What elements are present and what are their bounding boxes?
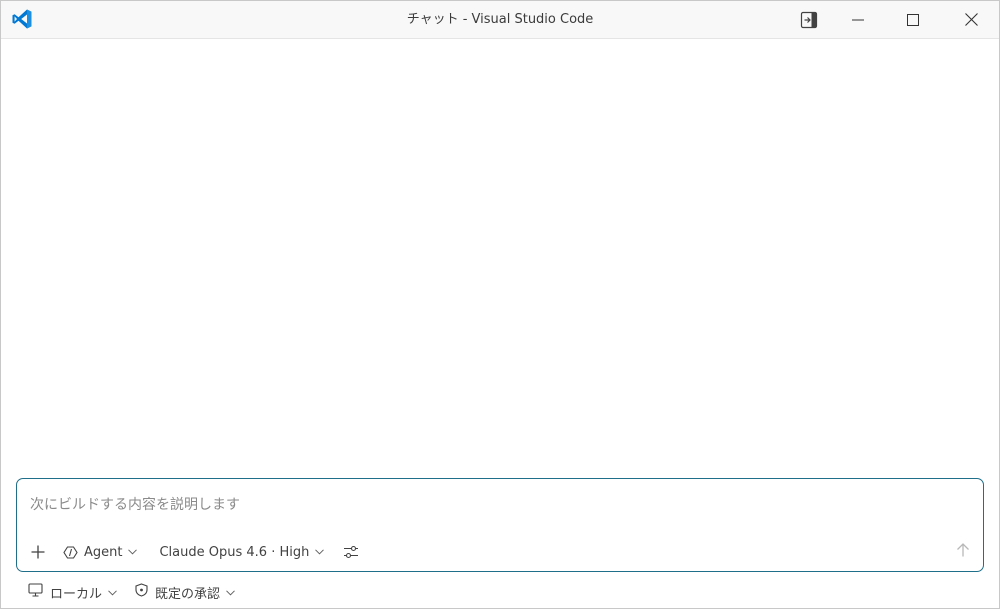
close-icon	[964, 13, 978, 26]
location-picker[interactable]: ローカル	[28, 583, 117, 602]
monitor-icon	[28, 583, 43, 601]
toggle-editor-icon	[800, 11, 818, 29]
add-context-button[interactable]	[27, 540, 49, 564]
location-label: ローカル	[50, 586, 103, 602]
model-picker[interactable]: Claude Opus 4.6 · High	[155, 540, 328, 564]
chat-input[interactable]	[30, 493, 930, 517]
minimize-icon	[852, 14, 864, 26]
maximize-button[interactable]	[890, 1, 936, 38]
vscode-logo-icon	[11, 8, 33, 30]
approval-label: 既定の承認	[155, 586, 221, 602]
agent-mode-picker[interactable]: Agent	[59, 540, 141, 564]
send-button[interactable]	[953, 542, 973, 562]
chevron-down-icon	[226, 585, 235, 600]
shield-icon	[135, 583, 148, 601]
chevron-down-icon	[108, 585, 117, 600]
maximize-icon	[907, 13, 919, 26]
vscode-window: チャット - Visual Studio Code 次にビルドする内容を説明しま…	[0, 0, 1000, 609]
agent-mode-label: Agent	[84, 544, 123, 560]
chat-status-row: ローカル 既定の承認	[28, 581, 253, 603]
configure-tools-button[interactable]	[340, 540, 362, 564]
approval-picker[interactable]: 既定の承認	[135, 583, 235, 602]
chevron-down-icon	[315, 549, 325, 555]
toggle-editor-button[interactable]	[786, 1, 832, 38]
sliders-icon	[343, 544, 359, 560]
chat-toolbar: Agent Claude Opus 4.6 · High	[27, 539, 362, 565]
agent-icon	[63, 545, 78, 560]
close-button[interactable]	[948, 1, 994, 38]
title-bar: チャット - Visual Studio Code	[1, 1, 999, 39]
chat-input-box: Agent Claude Opus 4.6 · High	[16, 478, 984, 572]
plus-icon	[30, 544, 46, 560]
model-label: Claude Opus 4.6 · High	[159, 544, 310, 560]
chevron-down-icon	[128, 549, 138, 555]
minimize-button[interactable]	[835, 1, 881, 38]
arrow-up-icon	[955, 542, 971, 562]
